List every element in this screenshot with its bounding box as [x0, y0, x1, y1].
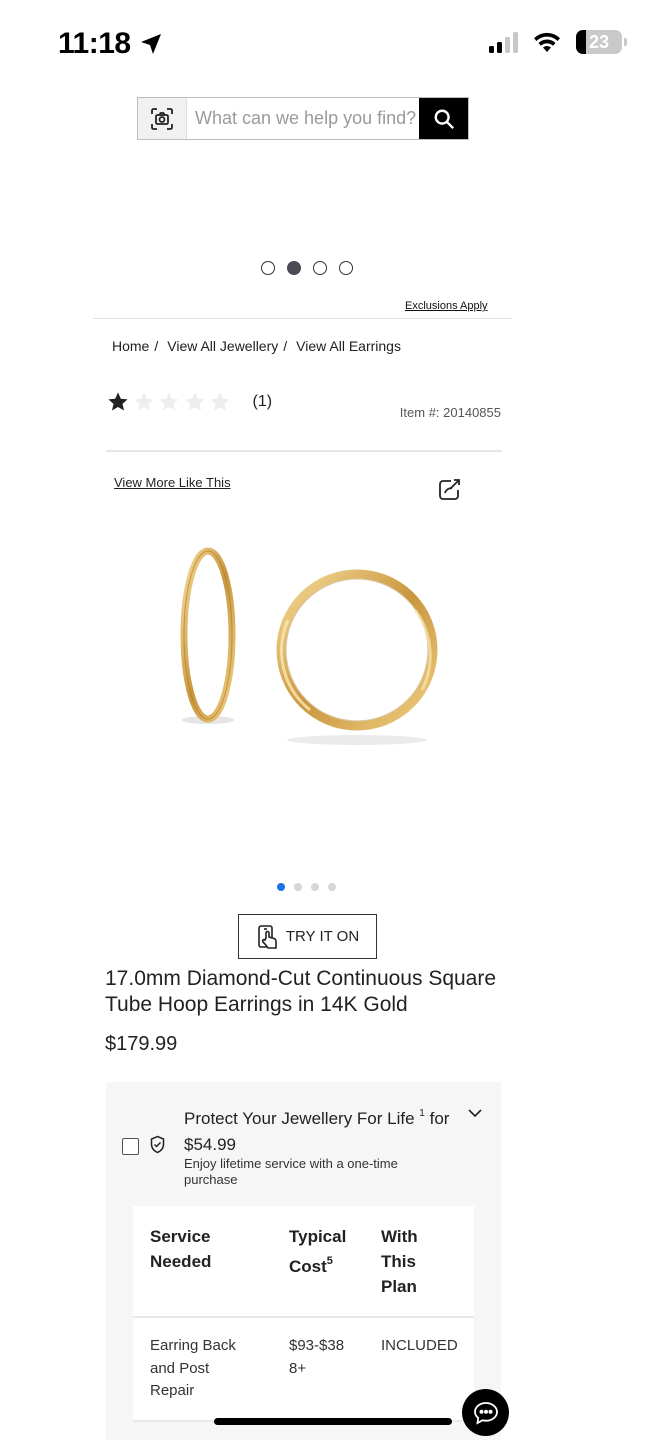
plan-for: for	[429, 1109, 450, 1128]
status-time: 11:18	[58, 27, 163, 61]
header-service: Service Needed	[150, 1227, 212, 1271]
breadcrumb-separator: /	[283, 338, 288, 354]
search-icon	[434, 109, 454, 129]
plan-subtext: Enjoy lifetime service with a one-time p…	[184, 1156, 398, 1187]
breadcrumb-home[interactable]: Home	[112, 338, 149, 354]
image-dot[interactable]	[294, 883, 302, 891]
shield-check-icon	[150, 1135, 165, 1154]
header-cost: Typical Cost5	[289, 1227, 347, 1276]
camera-search-button[interactable]	[138, 98, 187, 139]
chat-button[interactable]	[462, 1389, 509, 1436]
star-empty-icon	[133, 392, 154, 411]
divider	[106, 450, 502, 452]
battery-icon: 23	[576, 30, 627, 54]
search-bar	[137, 97, 469, 140]
battery-level: 23	[588, 31, 610, 52]
home-indicator[interactable]	[214, 1418, 452, 1425]
chat-bubble-icon	[473, 1401, 498, 1425]
carousel-dot-active[interactable]	[287, 261, 301, 275]
protection-plan-panel: Protect Your Jewellery For Life 1 for $5…	[106, 1082, 501, 1440]
protection-plan-heading[interactable]: Protect Your Jewellery For Life 1 for $5…	[184, 1101, 484, 1158]
wifi-icon	[534, 32, 560, 52]
cost-footnote: 5	[326, 1255, 333, 1267]
plan-price: $54.99	[184, 1135, 236, 1154]
row-cost: $93-$388+	[289, 1337, 345, 1377]
chevron-down-icon[interactable]	[467, 1105, 483, 1121]
product-price: $179.99	[105, 1033, 178, 1055]
divider	[93, 318, 512, 319]
table-row: Earring Back and Post Repair $93-$388+ I…	[133, 1318, 474, 1422]
view-more-like-this-link[interactable]: View More Like This	[114, 475, 231, 490]
plan-heading-text: Protect Your Jewellery For Life	[184, 1109, 415, 1128]
item-number: Item #: 20140855	[399, 405, 501, 420]
status-bar: 11:18 23	[0, 0, 666, 88]
protection-plan-checkbox[interactable]	[122, 1138, 139, 1155]
breadcrumb-separator: /	[154, 338, 159, 354]
plan-footnote: 1	[419, 1108, 425, 1119]
image-dot[interactable]	[328, 883, 336, 891]
star-empty-icon	[159, 392, 179, 411]
row-service: Earring Back and Post Repair	[150, 1337, 236, 1399]
promo-carousel-dots	[261, 261, 353, 275]
table-header-row: Service Needed Typical Cost5 With This P…	[133, 1206, 474, 1318]
camera-search-icon	[151, 107, 173, 130]
carousel-dot[interactable]	[313, 261, 327, 275]
status-icons: 23	[489, 30, 627, 54]
time-text: 11:18	[58, 27, 131, 60]
star-filled-icon	[108, 392, 128, 411]
image-carousel-dots	[277, 883, 336, 891]
exclusions-link[interactable]: Exclusions Apply	[405, 300, 488, 312]
product-image[interactable]	[160, 540, 450, 755]
header-plan: With This Plan	[381, 1227, 418, 1296]
image-dot[interactable]	[311, 883, 319, 891]
try-it-on-label: TRY IT ON	[285, 928, 360, 945]
carousel-dot[interactable]	[339, 261, 353, 275]
signal-icon	[489, 31, 518, 53]
phone-hand-icon	[258, 924, 277, 949]
location-arrow-icon	[140, 34, 161, 54]
search-button[interactable]	[419, 98, 468, 139]
row-plan: INCLUDED	[381, 1337, 458, 1354]
star-empty-icon	[184, 392, 205, 411]
breadcrumb-jewellery[interactable]: View All Jewellery	[167, 338, 278, 354]
rating-stars[interactable]: (1)	[107, 391, 272, 413]
breadcrumb-earrings[interactable]: View All Earrings	[296, 338, 401, 354]
search-input[interactable]	[187, 98, 419, 139]
star-empty-icon	[210, 392, 230, 411]
carousel-dot[interactable]	[261, 261, 275, 275]
try-it-on-button[interactable]: TRY IT ON	[238, 914, 377, 959]
share-icon[interactable]	[437, 478, 461, 502]
product-title: 17.0mm Diamond-Cut Continuous Square Tub…	[105, 967, 497, 1016]
review-count[interactable]: (1)	[253, 393, 273, 411]
breadcrumb: Home / View All Jewellery / View All Ear…	[112, 338, 401, 354]
plan-table: Service Needed Typical Cost5 With This P…	[133, 1206, 474, 1422]
image-dot-active[interactable]	[277, 883, 285, 891]
